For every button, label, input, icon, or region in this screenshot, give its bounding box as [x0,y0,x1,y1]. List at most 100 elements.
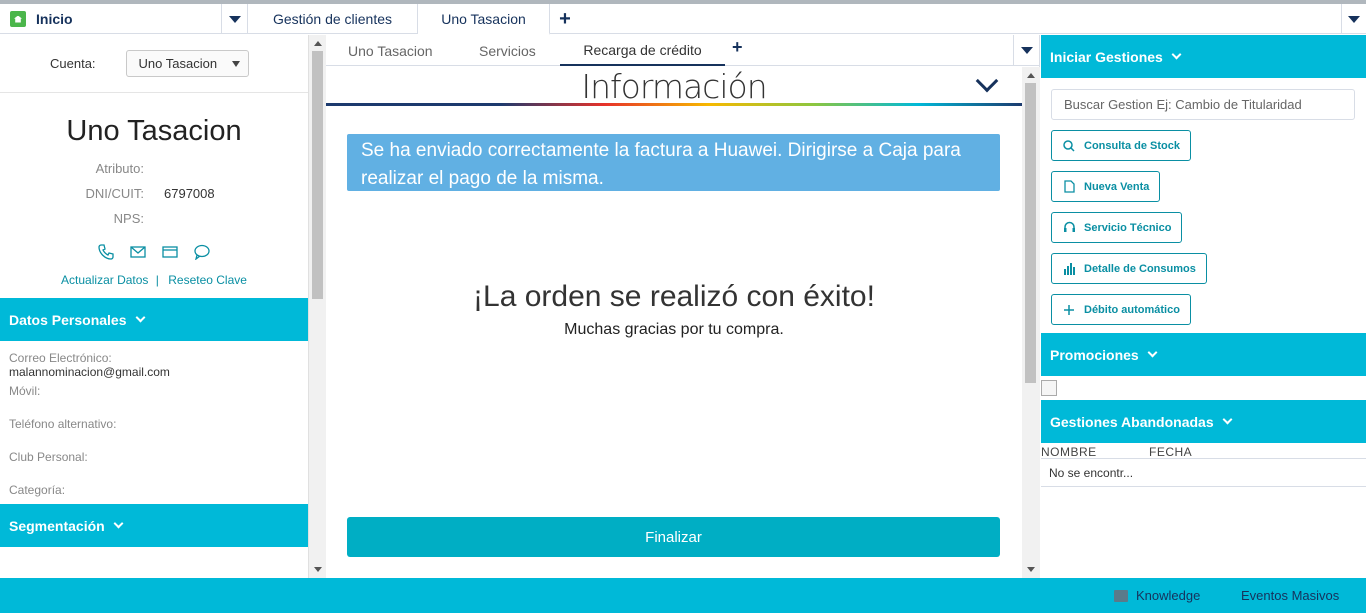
book-icon [1114,589,1128,602]
account-select[interactable]: Uno Tasacion [125,50,249,77]
subtab-servicios[interactable]: Servicios [479,35,536,66]
right-sidebar: Iniciar Gestiones Buscar Gestion Ej: Cam… [1041,35,1366,578]
knowledge-label: Knowledge [1136,588,1201,603]
chevron-down-icon [1171,49,1182,59]
scroll-thumb[interactable] [1025,83,1036,383]
button-label: Nueva Venta [1084,180,1150,193]
iniciar-gestiones-title: Iniciar Gestiones [1050,48,1163,65]
account-select-value: Uno Tasacion [138,56,218,71]
account-links: Actualizar Datos | Reseteo Clave [0,273,308,287]
field-movil: Móvil: [9,384,299,417]
account-name: Uno Tasacion [66,115,242,147]
debito-automatico-button[interactable]: Débito automático [1051,294,1191,325]
reseteo-clave-link[interactable]: Reseteo Clave [168,273,247,287]
eventos-label: Eventos Masivos [1241,588,1340,603]
utility-bar: Knowledge Eventos Masivos [0,578,1366,613]
add-subtab-button[interactable]: + [732,32,743,63]
document-icon [1062,180,1076,194]
add-tab-button[interactable]: + [550,4,580,34]
chevron-down-icon [113,518,124,528]
home-icon [10,11,26,27]
field-label: Categoría: [9,483,66,497]
eventos-masivos-button[interactable]: Eventos Masivos [1241,578,1339,613]
abandonadas-title: Gestiones Abandonadas [1050,413,1214,430]
field-value: malannominacion@gmail.com [9,365,170,379]
info-title: Información [581,67,767,106]
nueva-venta-button[interactable]: Nueva Venta [1051,171,1161,202]
field-label: Teléfono alternativo: [9,417,117,431]
scroll-down-icon[interactable] [314,567,322,572]
subtab-dropdown[interactable] [1013,35,1039,66]
success-alert: Se ha enviado correctamente la factura a… [347,134,1000,191]
scroll-up-icon[interactable] [314,41,322,46]
chevron-down-icon [1222,414,1233,424]
success-subtitle: Muchas gracias por tu compra. [564,321,784,338]
console-tab-bar: Inicio Gestión de clientes Uno Tasacion … [0,4,1366,35]
field-email: Correo Electrónico: malannominacion@gmai… [9,351,299,384]
scroll-down-icon[interactable] [1027,567,1035,572]
broken-image-icon [1041,380,1057,396]
credit-card-icon[interactable] [160,243,180,261]
iniciar-gestiones-header[interactable]: Iniciar Gestiones [1041,35,1366,78]
left-scrollbar[interactable] [308,35,326,578]
consulta-stock-button[interactable]: Consulta de Stock [1051,130,1191,161]
bar-chart-icon [1062,262,1076,276]
detalle-consumos-button[interactable]: Detalle de Consumos [1051,253,1207,284]
chevron-down-icon [1147,347,1158,357]
search-icon [1062,139,1076,153]
scroll-up-icon[interactable] [1027,73,1035,78]
tab-uno-tasacion[interactable]: Uno Tasacion [418,4,550,35]
tab-gestion-label: Gestión de clientes [272,11,393,27]
promociones-header[interactable]: Promociones [1041,333,1366,376]
servicio-tecnico-button[interactable]: Servicio Técnico [1051,212,1183,243]
account-sidebar: Cuenta: Uno Tasacion Uno Tasacion Atribu… [0,35,308,578]
nps-label: NPS: [113,211,144,226]
subtab-recarga-credito[interactable]: Recarga de crédito [560,35,725,66]
tab-overflow-dropdown[interactable] [1341,4,1366,34]
email-icon[interactable] [128,243,148,261]
field-club: Club Personal: [9,450,299,483]
segmentacion-header[interactable]: Segmentación [0,504,308,547]
field-label: Club Personal: [9,450,88,464]
main-content: Uno Tasacion Servicios Recarga de crédit… [326,35,1040,578]
tab-active-label: Uno Tasacion [441,10,526,27]
rainbow-divider [326,103,1022,106]
field-label: Correo Electrónico: [9,351,112,365]
chevron-down-icon [1020,47,1033,54]
gestiones-actions: Buscar Gestion Ej: Cambio de Titularidad… [1041,89,1366,333]
phone-icon[interactable] [96,243,116,261]
table-row: No se encontr... [1041,459,1366,487]
scroll-thumb[interactable] [312,51,323,299]
subtab-uno-tasacion[interactable]: Uno Tasacion [348,35,433,66]
datos-personales-header[interactable]: Datos Personales [0,298,308,341]
button-label: Consulta de Stock [1084,139,1180,152]
abandonadas-table-header: NOMBRE FECHA [1041,445,1366,459]
subtab-bar: Uno Tasacion Servicios Recarga de crédit… [326,35,1039,66]
promociones-title: Promociones [1050,346,1139,363]
field-label: Móvil: [9,384,41,398]
dni-label: DNI/CUIT: [85,186,145,201]
button-label: Servicio Técnico [1084,221,1172,234]
actualizar-datos-link[interactable]: Actualizar Datos [61,273,148,287]
finalizar-button[interactable]: Finalizar [347,517,1000,557]
link-separator: | [155,273,159,287]
tab-gestion-clientes[interactable]: Gestión de clientes [248,4,418,34]
button-label: Detalle de Consumos [1084,262,1196,275]
cuenta-label: Cuenta: [50,56,96,71]
plus-icon: + [559,7,571,30]
attribute-row: DNI/CUIT: 6797008 [0,181,308,206]
knowledge-button[interactable]: Knowledge [1114,578,1200,613]
tab-menu-dropdown[interactable] [222,4,248,34]
account-attributes: Atributo: DNI/CUIT: 6797008 NPS: [0,156,308,231]
gestion-search-input[interactable]: Buscar Gestion Ej: Cambio de Titularidad [1051,89,1355,120]
datos-personales-title: Datos Personales [9,311,127,328]
chevron-down-icon [1348,15,1360,23]
chat-icon[interactable] [192,243,212,261]
col-fecha: FECHA [1149,445,1193,459]
center-scrollbar[interactable] [1022,67,1040,578]
headset-icon [1062,221,1076,235]
attribute-row: NPS: [0,206,308,231]
tab-home-label: Inicio [36,11,73,27]
tab-home[interactable]: Inicio [0,4,222,34]
gestiones-abandonadas-header[interactable]: Gestiones Abandonadas [1041,400,1366,443]
